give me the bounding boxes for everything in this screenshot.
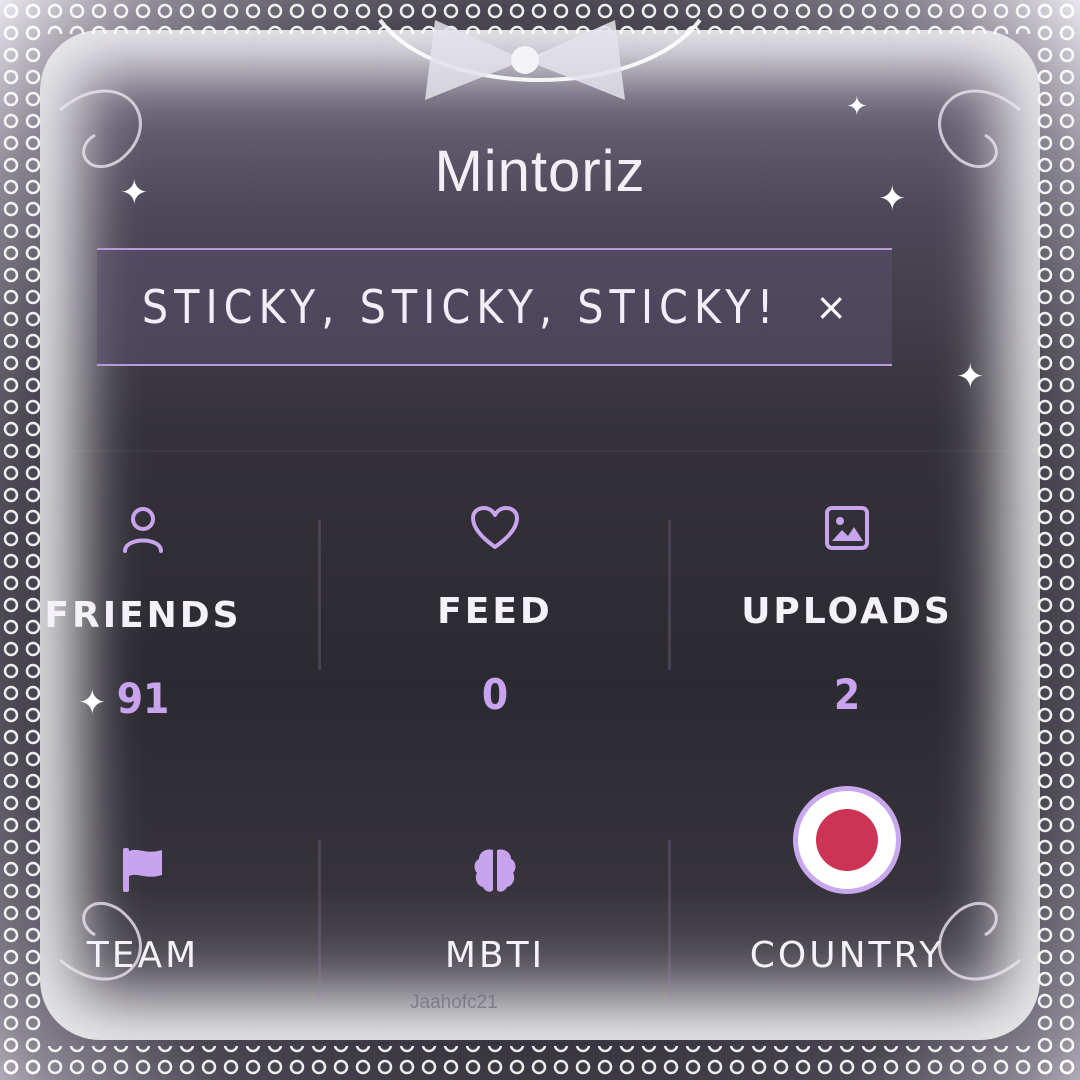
- info-label: TEAM: [86, 935, 200, 976]
- ribbon-bow-decoration: [425, 20, 625, 100]
- stat-count: 2: [833, 670, 861, 719]
- stat-label: FRIENDS: [44, 595, 242, 636]
- stat-label: UPLOADS: [741, 591, 953, 632]
- country-flag-dot: [816, 809, 878, 871]
- profile-name: Mintoriz: [434, 139, 646, 204]
- stat-label: FEED: [437, 591, 553, 632]
- banner-text: STICKY, STICKY, STICKY!: [141, 280, 780, 334]
- sparkle-icon: ✦: [846, 92, 868, 122]
- country-flag-badge[interactable]: [793, 786, 901, 894]
- column-divider: [668, 840, 671, 1000]
- stat-count: 91: [116, 674, 170, 723]
- image-icon: [825, 506, 869, 550]
- sparkle-icon: ✦: [956, 357, 985, 397]
- stat-uploads[interactable]: UPLOADS 2: [682, 505, 1012, 719]
- section-divider: [40, 450, 1040, 452]
- info-team[interactable]: TEAM: [0, 845, 308, 976]
- pinned-banner[interactable]: STICKY, STICKY, STICKY! ×: [97, 248, 892, 366]
- column-divider: [318, 840, 321, 1000]
- watermark-text: Jaahofc21: [410, 992, 498, 1013]
- stat-feed[interactable]: FEED 0: [330, 505, 660, 719]
- close-icon[interactable]: ×: [815, 285, 847, 329]
- info-mbti[interactable]: MBTI: [330, 845, 660, 976]
- heart-icon: [471, 506, 519, 549]
- info-label: COUNTRY: [749, 935, 945, 976]
- stat-friends[interactable]: FRIENDS 91: [0, 505, 308, 723]
- column-divider: [318, 520, 321, 670]
- person-icon: [123, 507, 163, 553]
- column-divider: [668, 520, 671, 670]
- stat-count: 0: [481, 670, 509, 719]
- flag-icon: [123, 848, 162, 892]
- brain-icon: [474, 849, 516, 892]
- profile-card: ✦ ✦ ✦ ✦ ✦ Mintoriz STICKY, STICKY, STICK…: [0, 0, 1080, 1080]
- info-label: MBTI: [444, 935, 546, 976]
